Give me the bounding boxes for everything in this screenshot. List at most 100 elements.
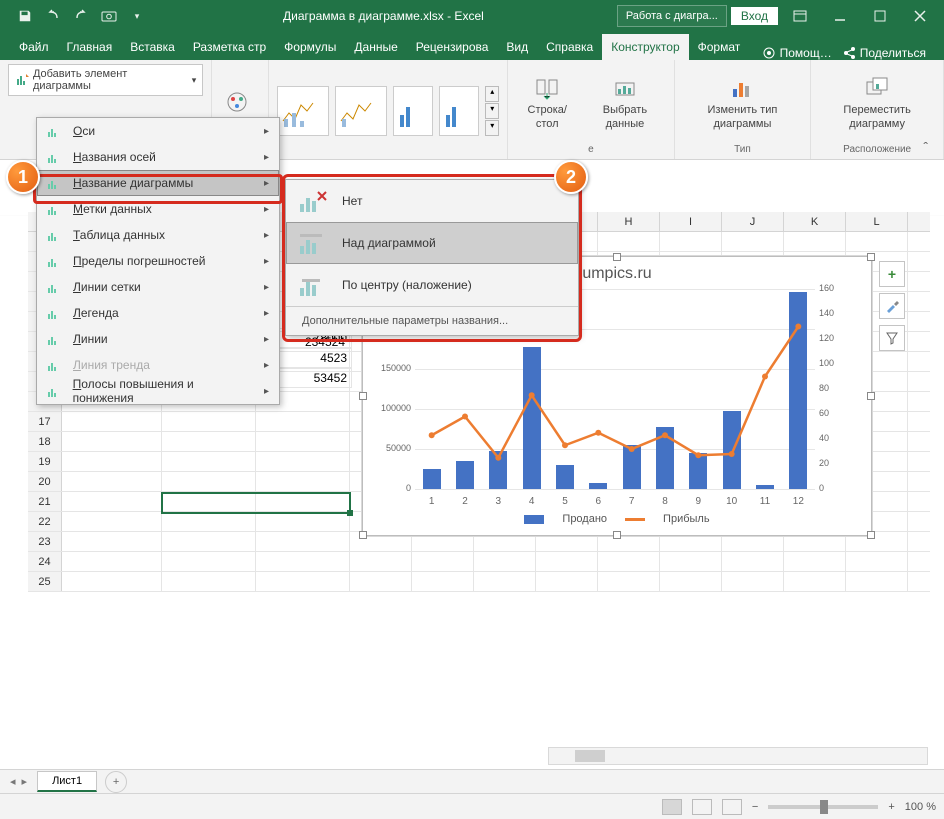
cell-C24[interactable]: [256, 552, 350, 571]
element-menu-item-8[interactable]: Линии▸: [37, 326, 279, 352]
horizontal-scrollbar[interactable]: [548, 747, 928, 765]
bar-2[interactable]: [456, 461, 474, 489]
chart-plus-icon[interactable]: +: [879, 261, 905, 287]
cell-C21[interactable]: [256, 492, 350, 511]
cell-H24[interactable]: [598, 552, 660, 571]
cell-G25[interactable]: [536, 572, 598, 591]
close-icon[interactable]: [902, 1, 938, 31]
cell-L25[interactable]: [846, 572, 908, 591]
title-above[interactable]: Над диаграммой: [286, 222, 578, 264]
tab-pagelayout[interactable]: Разметка стр: [184, 34, 275, 60]
cell-H8[interactable]: [598, 232, 660, 251]
cell-D24[interactable]: [350, 552, 412, 571]
camera-icon[interactable]: [96, 3, 122, 29]
cell-A17[interactable]: [62, 412, 162, 431]
cell-H25[interactable]: [598, 572, 660, 591]
tell-me[interactable]: Помощ…: [762, 46, 832, 60]
cell-E24[interactable]: [412, 552, 474, 571]
cell-L8[interactable]: [846, 232, 908, 251]
tab-format[interactable]: Формат: [689, 34, 750, 60]
col-header-J[interactable]: J: [722, 212, 784, 231]
cell-J25[interactable]: [722, 572, 784, 591]
cell-E25[interactable]: [412, 572, 474, 591]
tab-data[interactable]: Данные: [345, 34, 406, 60]
bar-3[interactable]: [489, 451, 507, 489]
cell-A25[interactable]: [62, 572, 162, 591]
cell-A19[interactable]: [62, 452, 162, 471]
bar-4[interactable]: [523, 347, 541, 489]
page-break-view-icon[interactable]: [722, 799, 742, 815]
bar-1[interactable]: [423, 469, 441, 489]
row-header-22[interactable]: 22: [28, 512, 62, 531]
chart-brush-icon[interactable]: [879, 293, 905, 319]
undo-icon[interactable]: [40, 3, 66, 29]
element-menu-item-4[interactable]: Таблица данных▸: [37, 222, 279, 248]
zoom-out-icon[interactable]: −: [752, 801, 758, 813]
sheet-tab-1[interactable]: Лист1: [37, 771, 97, 792]
element-menu-item-0[interactable]: Оси▸: [37, 118, 279, 144]
qat-dropdown-icon[interactable]: ▾: [124, 3, 150, 29]
cell-B21[interactable]: [162, 492, 256, 511]
cell-C17[interactable]: [256, 412, 350, 431]
cell-I24[interactable]: [660, 552, 722, 571]
redo-icon[interactable]: [68, 3, 94, 29]
zoom-in-icon[interactable]: +: [888, 801, 894, 813]
share-button[interactable]: Поделиться: [842, 46, 926, 60]
minimize-icon[interactable]: [822, 1, 858, 31]
cell-L24[interactable]: [846, 552, 908, 571]
tab-review[interactable]: Рецензирова: [407, 34, 498, 60]
cell-B17[interactable]: [162, 412, 256, 431]
bar-7[interactable]: [623, 445, 641, 489]
bar-10[interactable]: [723, 411, 741, 489]
bar-9[interactable]: [689, 453, 707, 489]
cell-B25[interactable]: [162, 572, 256, 591]
cell-A24[interactable]: [62, 552, 162, 571]
cell-A23[interactable]: [62, 532, 162, 551]
bar-11[interactable]: [756, 485, 774, 489]
cell-C18[interactable]: [256, 432, 350, 451]
row-header-24[interactable]: 24: [28, 552, 62, 571]
cell-K25[interactable]: [784, 572, 846, 591]
element-menu-item-2[interactable]: Название диаграммы▸: [37, 170, 279, 196]
element-menu-item-3[interactable]: Метки данных▸: [37, 196, 279, 222]
save-icon[interactable]: [12, 3, 38, 29]
cell-J8[interactable]: [722, 232, 784, 251]
new-sheet-icon[interactable]: +: [105, 771, 127, 793]
cell-B23[interactable]: [162, 532, 256, 551]
col-header-L[interactable]: L: [846, 212, 908, 231]
row-header-23[interactable]: 23: [28, 532, 62, 551]
cell-C20[interactable]: [256, 472, 350, 491]
col-header-H[interactable]: H: [598, 212, 660, 231]
tab-home[interactable]: Главная: [58, 34, 122, 60]
tab-insert[interactable]: Вставка: [121, 34, 184, 60]
cell-C25[interactable]: [256, 572, 350, 591]
maximize-icon[interactable]: [862, 1, 898, 31]
cell-A20[interactable]: [62, 472, 162, 491]
cell-C22[interactable]: [256, 512, 350, 531]
element-menu-item-6[interactable]: Линии сетки▸: [37, 274, 279, 300]
sign-in-button[interactable]: Вход: [731, 7, 778, 25]
cell-C23[interactable]: [256, 532, 350, 551]
cell-J24[interactable]: [722, 552, 784, 571]
cell-G24[interactable]: [536, 552, 598, 571]
cell-A18[interactable]: [62, 432, 162, 451]
element-menu-item-1[interactable]: Названия осей▸: [37, 144, 279, 170]
cell-B19[interactable]: [162, 452, 256, 471]
normal-view-icon[interactable]: [662, 799, 682, 815]
page-layout-view-icon[interactable]: [692, 799, 712, 815]
element-menu-item-5[interactable]: Пределы погрешностей▸: [37, 248, 279, 274]
cell-K8[interactable]: [784, 232, 846, 251]
tab-nav-next-icon[interactable]: ▸: [22, 775, 28, 788]
title-more-options[interactable]: Дополнительные параметры названия...: [286, 306, 578, 335]
cell-A21[interactable]: [62, 492, 162, 511]
cell-F25[interactable]: [474, 572, 536, 591]
tab-view[interactable]: Вид: [497, 34, 537, 60]
bar-8[interactable]: [656, 427, 674, 489]
row-header-17[interactable]: 17: [28, 412, 62, 431]
row-header-25[interactable]: 25: [28, 572, 62, 591]
cell-B24[interactable]: [162, 552, 256, 571]
cell-B20[interactable]: [162, 472, 256, 491]
row-header-18[interactable]: 18: [28, 432, 62, 451]
row-header-19[interactable]: 19: [28, 452, 62, 471]
row-header-20[interactable]: 20: [28, 472, 62, 491]
